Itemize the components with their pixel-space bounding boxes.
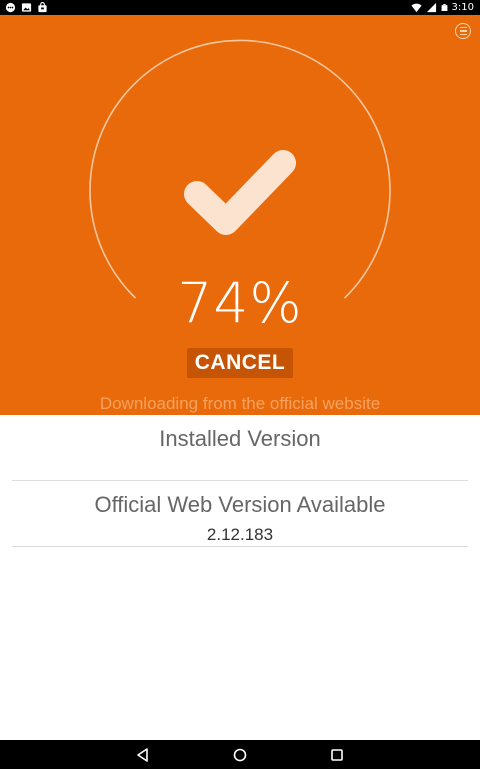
installed-version-label: Installed Version <box>159 426 321 451</box>
shopping-bag-icon <box>38 2 47 13</box>
divider <box>12 546 468 547</box>
battery-icon <box>441 4 447 11</box>
status-bar: 3:10 <box>0 0 480 15</box>
status-message: Downloading from the official website <box>99 394 381 413</box>
wifi-icon <box>410 3 422 13</box>
status-right-icons: 3:10 <box>410 1 474 14</box>
back-icon[interactable] <box>134 746 152 764</box>
divider <box>12 480 468 481</box>
download-progress-panel: 74% CANCEL Downloading from the official… <box>0 15 480 415</box>
navigation-bar <box>0 740 480 769</box>
official-version-value: 2.12.183 <box>206 525 274 544</box>
chat-bubble-icon <box>5 2 16 13</box>
status-left-icons <box>5 2 48 13</box>
official-version-label: Official Web Version Available <box>94 492 386 517</box>
status-clock: 3:10 <box>451 2 474 13</box>
progress-percent: 74% <box>177 271 303 335</box>
version-info: Installed Version Official Web Version A… <box>0 415 480 740</box>
recents-icon[interactable] <box>328 746 346 764</box>
image-icon <box>21 3 32 12</box>
cancel-button[interactable]: CANCEL <box>187 348 293 378</box>
home-icon[interactable] <box>231 746 249 764</box>
cell-signal-icon <box>426 2 436 13</box>
